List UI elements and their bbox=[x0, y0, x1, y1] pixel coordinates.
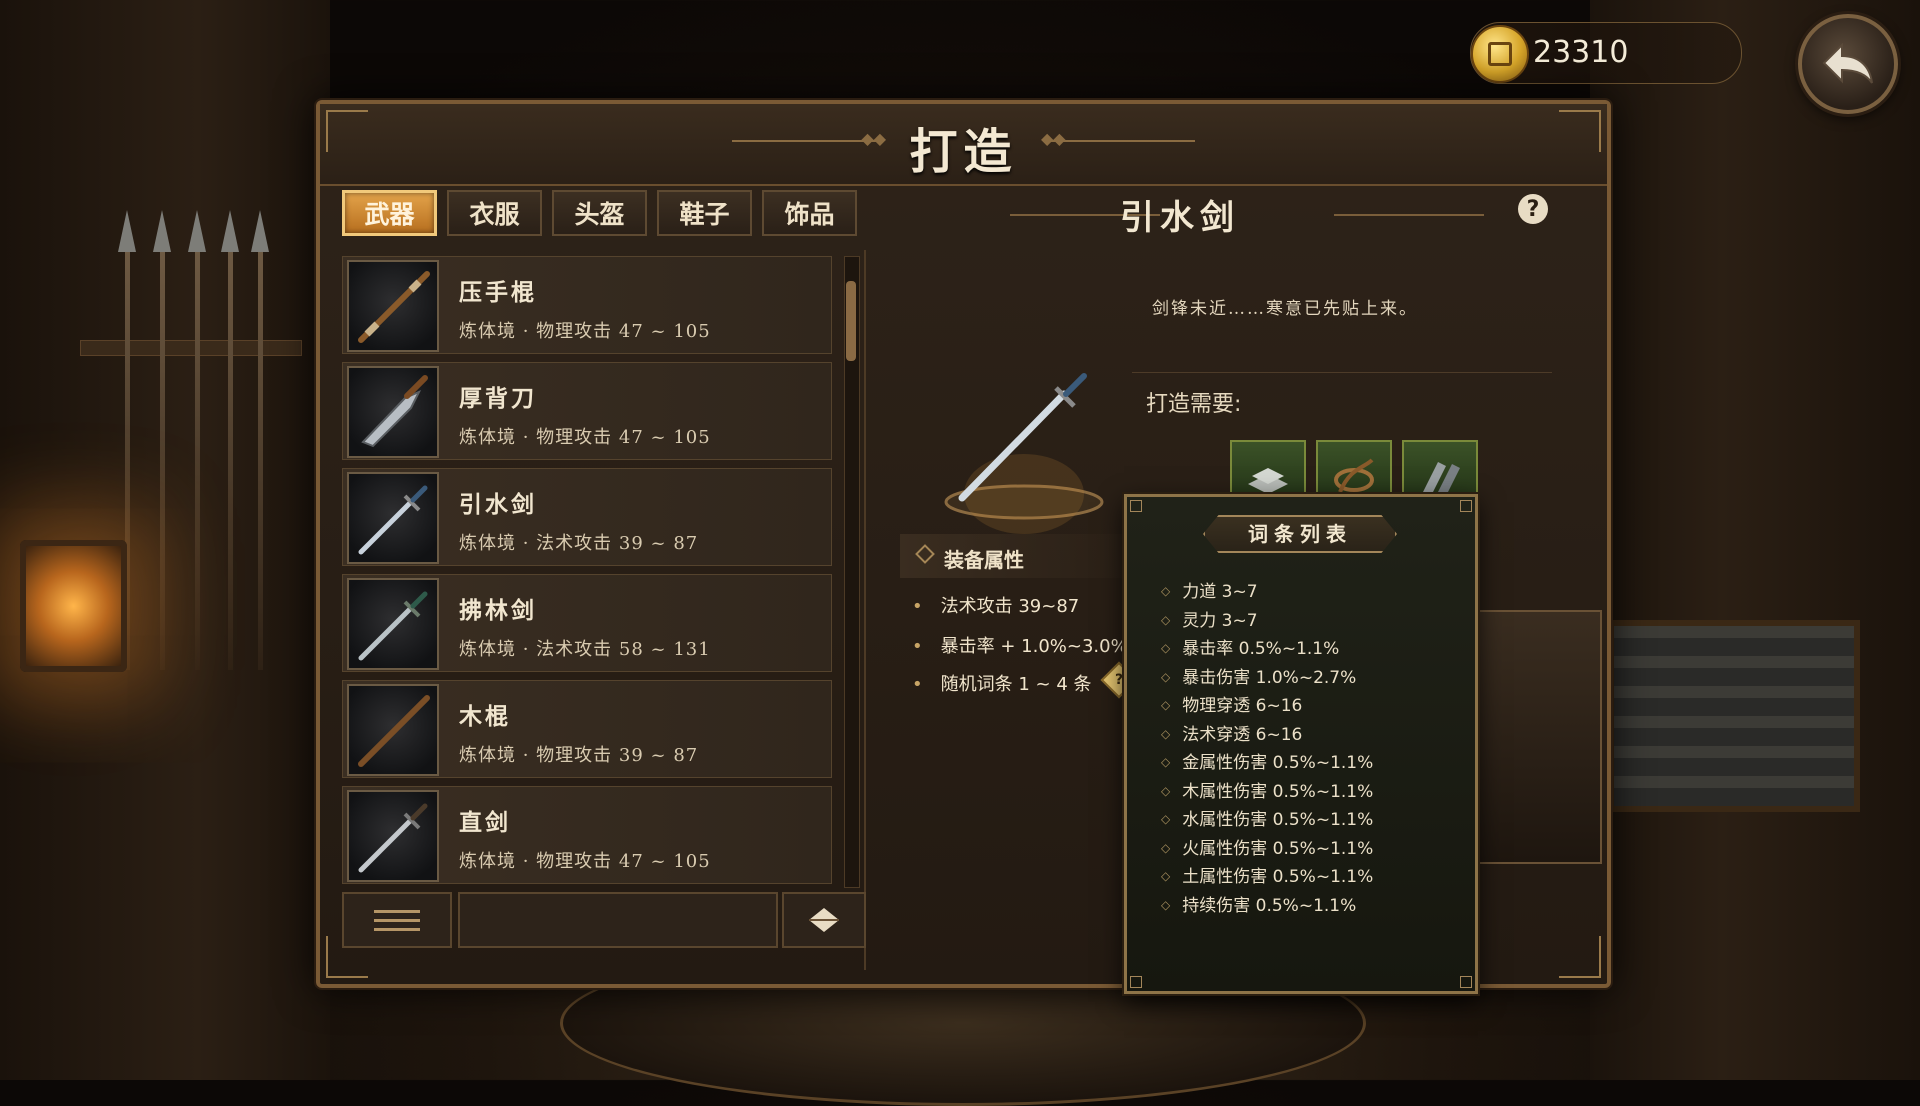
affix-item: 暴击伤害 1.0%~2.7% bbox=[1161, 663, 1373, 692]
attribute-item: 法术攻击 39~87 bbox=[912, 592, 1080, 618]
affix-item: 灵力 3~7 bbox=[1161, 606, 1373, 635]
weapon-list-column: 压手棍 炼体境 · 物理攻击 47 ~ 105 厚背刀 炼体境 · 物理攻击 4… bbox=[330, 250, 866, 970]
coin-value: 23310 bbox=[1533, 35, 1629, 70]
category-tabs: 武器 衣服 头盔 鞋子 饰品 bbox=[342, 190, 857, 236]
help-icon[interactable]: ? bbox=[1518, 194, 1548, 224]
weapon-row[interactable]: 厚背刀 炼体境 · 物理攻击 47 ~ 105 bbox=[342, 362, 832, 460]
weapon-stat: 炼体境 · 物理攻击 47 ~ 105 bbox=[459, 321, 711, 342]
affix-item: 法术穿透 6~16 bbox=[1161, 720, 1373, 749]
weapon-stat: 炼体境 · 法术攻击 39 ~ 87 bbox=[459, 533, 699, 554]
back-arrow-icon bbox=[1822, 42, 1873, 84]
affix-list-popup: 词条列表 力道 3~7 灵力 3~7 暴击率 0.5%~1.1% 暴击伤害 1.… bbox=[1124, 494, 1478, 994]
affix-popup-title: 词条列表 bbox=[1203, 515, 1397, 553]
ingot-pile-decoration bbox=[1608, 620, 1860, 812]
diamond-icon bbox=[915, 544, 935, 564]
list-scrollbar[interactable] bbox=[844, 256, 860, 888]
spear-decoration bbox=[188, 210, 206, 670]
lantern-decoration bbox=[20, 540, 127, 672]
sword-preview-icon bbox=[914, 334, 1134, 534]
sword-icon bbox=[347, 472, 439, 564]
scroll-thumb[interactable] bbox=[846, 281, 856, 361]
requirement-label: 打造需要: bbox=[1146, 392, 1242, 417]
affix-item: 水属性伤害 0.5%~1.1% bbox=[1161, 805, 1373, 834]
affix-list: 力道 3~7 灵力 3~7 暴击率 0.5%~1.1% 暴击伤害 1.0%~2.… bbox=[1161, 577, 1373, 919]
weapon-list: 压手棍 炼体境 · 物理攻击 47 ~ 105 厚背刀 炼体境 · 物理攻击 4… bbox=[342, 256, 832, 892]
weapon-row[interactable]: 直剑 炼体境 · 物理攻击 47 ~ 105 bbox=[342, 786, 832, 884]
tab-weapon[interactable]: 武器 bbox=[342, 190, 437, 236]
staff-icon bbox=[347, 260, 439, 352]
attribute-item: 暴击率 + 1.0%~3.0% bbox=[912, 632, 1128, 658]
affix-item: 火属性伤害 0.5%~1.1% bbox=[1161, 834, 1373, 863]
weapon-rack bbox=[80, 340, 302, 356]
weapon-name: 木棍 bbox=[459, 703, 511, 730]
attribute-header-label: 装备属性 bbox=[944, 548, 1024, 572]
menu-icon bbox=[374, 927, 420, 931]
affix-item: 金属性伤害 0.5%~1.1% bbox=[1161, 748, 1373, 777]
sword-icon bbox=[347, 578, 439, 670]
background-right-wall bbox=[1590, 0, 1920, 1080]
tab-clothes[interactable]: 衣服 bbox=[447, 190, 542, 236]
bottom-bar-spacer bbox=[458, 892, 778, 948]
affix-item: 物理穿透 6~16 bbox=[1161, 691, 1373, 720]
popup-corner bbox=[1130, 500, 1142, 512]
popup-corner bbox=[1130, 976, 1142, 988]
weapon-name: 拂林剑 bbox=[459, 597, 537, 624]
weapon-stat: 炼体境 · 法术攻击 58 ~ 131 bbox=[459, 639, 711, 660]
attribute-item: 随机词条 1 ~ 4 条 bbox=[912, 670, 1092, 696]
spear-decoration bbox=[221, 210, 239, 670]
spear-decoration bbox=[153, 210, 171, 670]
weapon-stat: 炼体境 · 物理攻击 47 ~ 105 bbox=[459, 851, 711, 872]
coin-icon bbox=[1471, 25, 1529, 83]
sort-button[interactable] bbox=[782, 892, 866, 948]
tab-accessory[interactable]: 饰品 bbox=[762, 190, 857, 236]
title-ornament bbox=[1334, 214, 1484, 216]
background-left-wall bbox=[0, 0, 330, 1080]
popup-corner bbox=[1460, 500, 1472, 512]
spear-decoration bbox=[251, 210, 269, 670]
diamond-icon bbox=[809, 908, 839, 932]
frame-corner bbox=[326, 110, 368, 152]
menu-icon bbox=[374, 918, 420, 922]
weapon-stat: 炼体境 · 物理攻击 47 ~ 105 bbox=[459, 427, 711, 448]
weapon-row[interactable]: 拂林剑 炼体境 · 法术攻击 58 ~ 131 bbox=[342, 574, 832, 672]
weapon-stat: 炼体境 · 物理攻击 39 ~ 87 bbox=[459, 745, 699, 766]
weapon-row[interactable]: 压手棍 炼体境 · 物理攻击 47 ~ 105 bbox=[342, 256, 832, 354]
affix-item: 土属性伤害 0.5%~1.1% bbox=[1161, 862, 1373, 891]
weapon-row[interactable]: 木棍 炼体境 · 物理攻击 39 ~ 87 bbox=[342, 680, 832, 778]
attribute-header: 装备属性 bbox=[900, 534, 1150, 578]
weapon-row[interactable]: 引水剑 炼体境 · 法术攻击 39 ~ 87 bbox=[342, 468, 832, 566]
panel-title: 打造 bbox=[909, 124, 1018, 180]
background-card bbox=[1470, 610, 1602, 864]
popup-corner bbox=[1460, 976, 1472, 988]
tab-shoes[interactable]: 鞋子 bbox=[657, 190, 752, 236]
frame-corner bbox=[1559, 936, 1601, 978]
staff-icon bbox=[347, 684, 439, 776]
frame-corner bbox=[1559, 110, 1601, 152]
sword-icon bbox=[347, 790, 439, 882]
broadsword-icon bbox=[347, 366, 439, 458]
affix-item: 木属性伤害 0.5%~1.1% bbox=[1161, 777, 1373, 806]
menu-icon bbox=[374, 909, 420, 913]
weapon-name: 厚背刀 bbox=[459, 385, 537, 412]
coin-counter: 23310 bbox=[1470, 22, 1742, 84]
weapon-name: 引水剑 bbox=[459, 491, 537, 518]
item-flavor-text: 剑锋未近……寒意已先贴上来。 bbox=[1152, 299, 1418, 319]
header-ornament bbox=[1041, 129, 1195, 148]
divider bbox=[1132, 372, 1552, 373]
tab-helmet[interactable]: 头盔 bbox=[552, 190, 647, 236]
affix-item: 力道 3~7 bbox=[1161, 577, 1373, 606]
weapon-name: 压手棍 bbox=[459, 279, 537, 306]
panel-header: 打造 bbox=[320, 104, 1607, 186]
affix-item: 持续伤害 0.5%~1.1% bbox=[1161, 891, 1373, 920]
back-button[interactable] bbox=[1798, 14, 1898, 114]
list-bottom-bar bbox=[342, 892, 866, 950]
affix-item: 暴击率 0.5%~1.1% bbox=[1161, 634, 1373, 663]
weapon-name: 直剑 bbox=[459, 809, 511, 836]
menu-button[interactable] bbox=[342, 892, 452, 948]
